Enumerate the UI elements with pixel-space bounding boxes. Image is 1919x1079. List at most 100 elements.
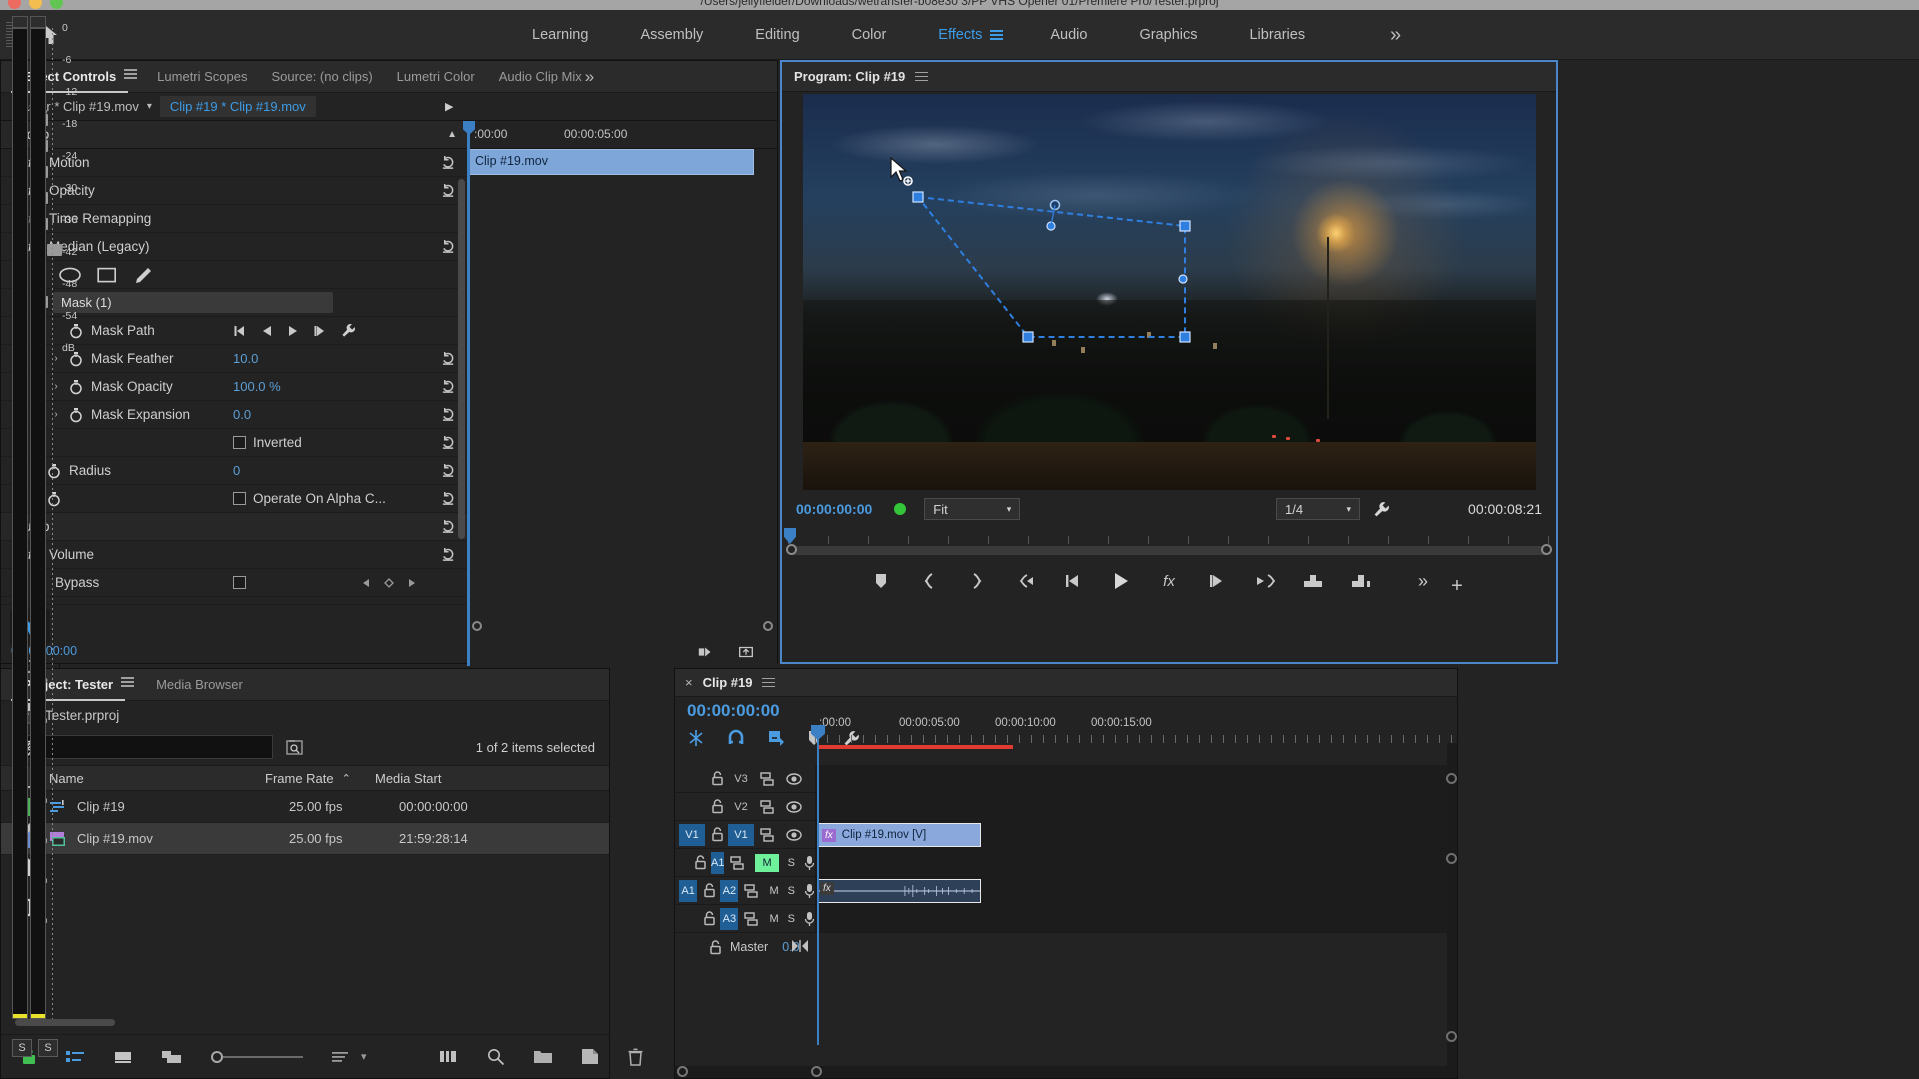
reset-icon[interactable]: [441, 183, 457, 199]
workspace-tab-editing[interactable]: Editing: [729, 27, 825, 43]
track-row-v2[interactable]: V2: [675, 793, 1457, 821]
effect-controls-clip-bar[interactable]: Clip #19.mov: [468, 149, 754, 175]
track-header-a1[interactable]: A1 M S: [675, 849, 815, 876]
workspace-overflow-icon[interactable]: »: [1390, 24, 1401, 47]
reset-icon[interactable]: [441, 407, 457, 423]
timeline-ruler[interactable]: :00:00 00:00:05:00 00:00:10:00 00:00:15:…: [815, 697, 1457, 759]
lock-track-icon[interactable]: [711, 827, 724, 842]
reset-icon[interactable]: [441, 491, 457, 507]
source-patch-a1[interactable]: A1: [679, 880, 697, 902]
inverted-checkbox[interactable]: [233, 436, 246, 449]
scroll-handle-left[interactable]: [677, 1066, 688, 1077]
track-content-v2[interactable]: [815, 793, 1457, 820]
timeline-audio-clip[interactable]: fx: [817, 879, 981, 903]
mute-track-a1[interactable]: M: [755, 854, 778, 872]
step-back-icon[interactable]: [1062, 570, 1084, 592]
reset-icon[interactable]: [441, 351, 457, 367]
v-scroll-knob-top[interactable]: [1446, 773, 1457, 784]
track-header-a3[interactable]: A3 M S: [675, 905, 815, 932]
track-name-v2[interactable]: V2: [728, 796, 754, 818]
lock-track-icon[interactable]: [711, 771, 724, 786]
v-scroll-knob-bottom[interactable]: [1446, 1031, 1457, 1042]
extract-icon[interactable]: [1350, 570, 1372, 592]
timeline-horizontal-scrollbar[interactable]: [675, 1066, 1457, 1078]
program-monitor-tab-bar[interactable]: Program: Clip #19: [782, 62, 1556, 92]
effect-controls-scrollbar[interactable]: [458, 179, 465, 539]
source-patch-v1[interactable]: V1: [679, 824, 705, 846]
lock-track-icon[interactable]: [694, 855, 707, 870]
effects-icon[interactable]: fx: [1158, 570, 1180, 592]
track-content-a1[interactable]: [815, 849, 1457, 876]
workspace-tab-assembly[interactable]: Assembly: [614, 27, 729, 43]
toggle-track-output-icon[interactable]: [786, 800, 802, 814]
solo-buttons-row[interactable]: S S: [12, 1039, 58, 1057]
audio-meter-bars[interactable]: [12, 16, 48, 1031]
track-name-a3[interactable]: A3: [720, 908, 738, 930]
workspace-tab-graphics[interactable]: Graphics: [1113, 27, 1223, 43]
track-row-a3[interactable]: A3 M S: [675, 905, 1457, 933]
go-to-next-keyframe-icon[interactable]: [313, 325, 327, 337]
operate-on-alpha-checkbox[interactable]: [233, 492, 246, 505]
track-row-a1[interactable]: A1 M S: [675, 849, 1457, 877]
new-bin-icon[interactable]: [533, 1049, 553, 1064]
zoom-slider[interactable]: [211, 1051, 303, 1063]
track-row-v1[interactable]: V1 V1 fx Clip #19.mov [V]: [675, 821, 1457, 849]
track-content-v1[interactable]: fx Clip #19.mov [V]: [815, 821, 1457, 848]
effect-controls-tabs-overflow-icon[interactable]: »: [585, 67, 594, 87]
program-monitor-scrubber[interactable]: [782, 526, 1556, 556]
voice-over-record-icon[interactable]: [804, 911, 815, 927]
effect-controls-timeline[interactable]: :00:00 00:00:05:00 Clip #19.mov: [467, 121, 777, 666]
effect-controls-menu-icon[interactable]: [124, 67, 137, 87]
track-name-v1[interactable]: V1: [728, 824, 754, 846]
next-frame-icon[interactable]: [287, 325, 299, 337]
solo-track-a1[interactable]: S: [788, 857, 795, 869]
track-row-v3[interactable]: V3: [675, 765, 1457, 793]
project-panel-footer[interactable]: ▾: [1, 1034, 609, 1078]
sync-lock-icon[interactable]: [760, 772, 776, 786]
timeline-playhead-timecode[interactable]: 00:00:00:00: [687, 701, 780, 721]
mark-in-icon[interactable]: [918, 570, 940, 592]
mask-tracking-settings-icon[interactable]: [341, 323, 356, 338]
lock-track-icon[interactable]: [709, 940, 722, 955]
mute-track-a2[interactable]: M: [769, 885, 778, 897]
workspace-tab-effects[interactable]: Effects: [912, 27, 990, 43]
reset-icon[interactable]: [441, 435, 457, 451]
sync-lock-icon[interactable]: [730, 856, 746, 870]
keyframe-navigation[interactable]: [361, 578, 417, 588]
lock-track-icon[interactable]: [703, 883, 716, 898]
work-area-bar[interactable]: [817, 745, 1013, 749]
settings-wrench-icon[interactable]: [1373, 501, 1390, 518]
previous-frame-icon[interactable]: [261, 325, 273, 337]
sequence-tab-label[interactable]: Clip #19: [703, 675, 753, 690]
tab-lumetri-color[interactable]: Lumetri Color: [385, 61, 487, 93]
add-marker-icon[interactable]: [870, 570, 892, 592]
solo-button-right[interactable]: S: [38, 1039, 58, 1057]
column-header-frame-rate[interactable]: Frame Rate: [265, 771, 334, 786]
lock-track-icon[interactable]: [703, 911, 716, 926]
zoom-handle-right[interactable]: [763, 621, 773, 631]
scrubber-track[interactable]: [788, 546, 1550, 555]
program-current-timecode[interactable]: 00:00:00:00: [796, 501, 872, 517]
transport-overflow-icon[interactable]: »: [1412, 570, 1434, 592]
scroll-handle-right[interactable]: [811, 1066, 822, 1077]
next-keyframe-icon[interactable]: [407, 578, 417, 588]
effect-controls-playhead[interactable]: [468, 121, 470, 666]
track-header-v1[interactable]: V1 V1: [675, 821, 815, 848]
toggle-track-output-icon[interactable]: [786, 772, 802, 786]
track-name-v3[interactable]: V3: [728, 768, 754, 790]
clip-selector[interactable]: Clip #19 * Clip #19.mov: [160, 96, 316, 117]
go-to-out-icon[interactable]: [1254, 570, 1276, 592]
toggle-track-output-icon[interactable]: [786, 828, 802, 842]
go-to-in-icon[interactable]: [1014, 570, 1036, 592]
ec-timeline-zoom-row[interactable]: [468, 620, 777, 638]
tab-lumetri-scopes[interactable]: Lumetri Scopes: [145, 61, 259, 93]
timeline-video-clip[interactable]: fx Clip #19.mov [V]: [817, 823, 981, 847]
column-header-media-start[interactable]: Media Start: [375, 771, 515, 786]
chevron-down-icon[interactable]: ▾: [147, 101, 152, 112]
reset-icon[interactable]: [441, 519, 457, 535]
meter-clip-indicator-right[interactable]: [30, 16, 46, 28]
track-row-a2[interactable]: A1 A2 M S fx: [675, 877, 1457, 905]
playback-resolution-select[interactable]: 1/4 ▾: [1276, 498, 1360, 520]
step-forward-icon[interactable]: [1206, 570, 1228, 592]
reset-icon[interactable]: [441, 463, 457, 479]
